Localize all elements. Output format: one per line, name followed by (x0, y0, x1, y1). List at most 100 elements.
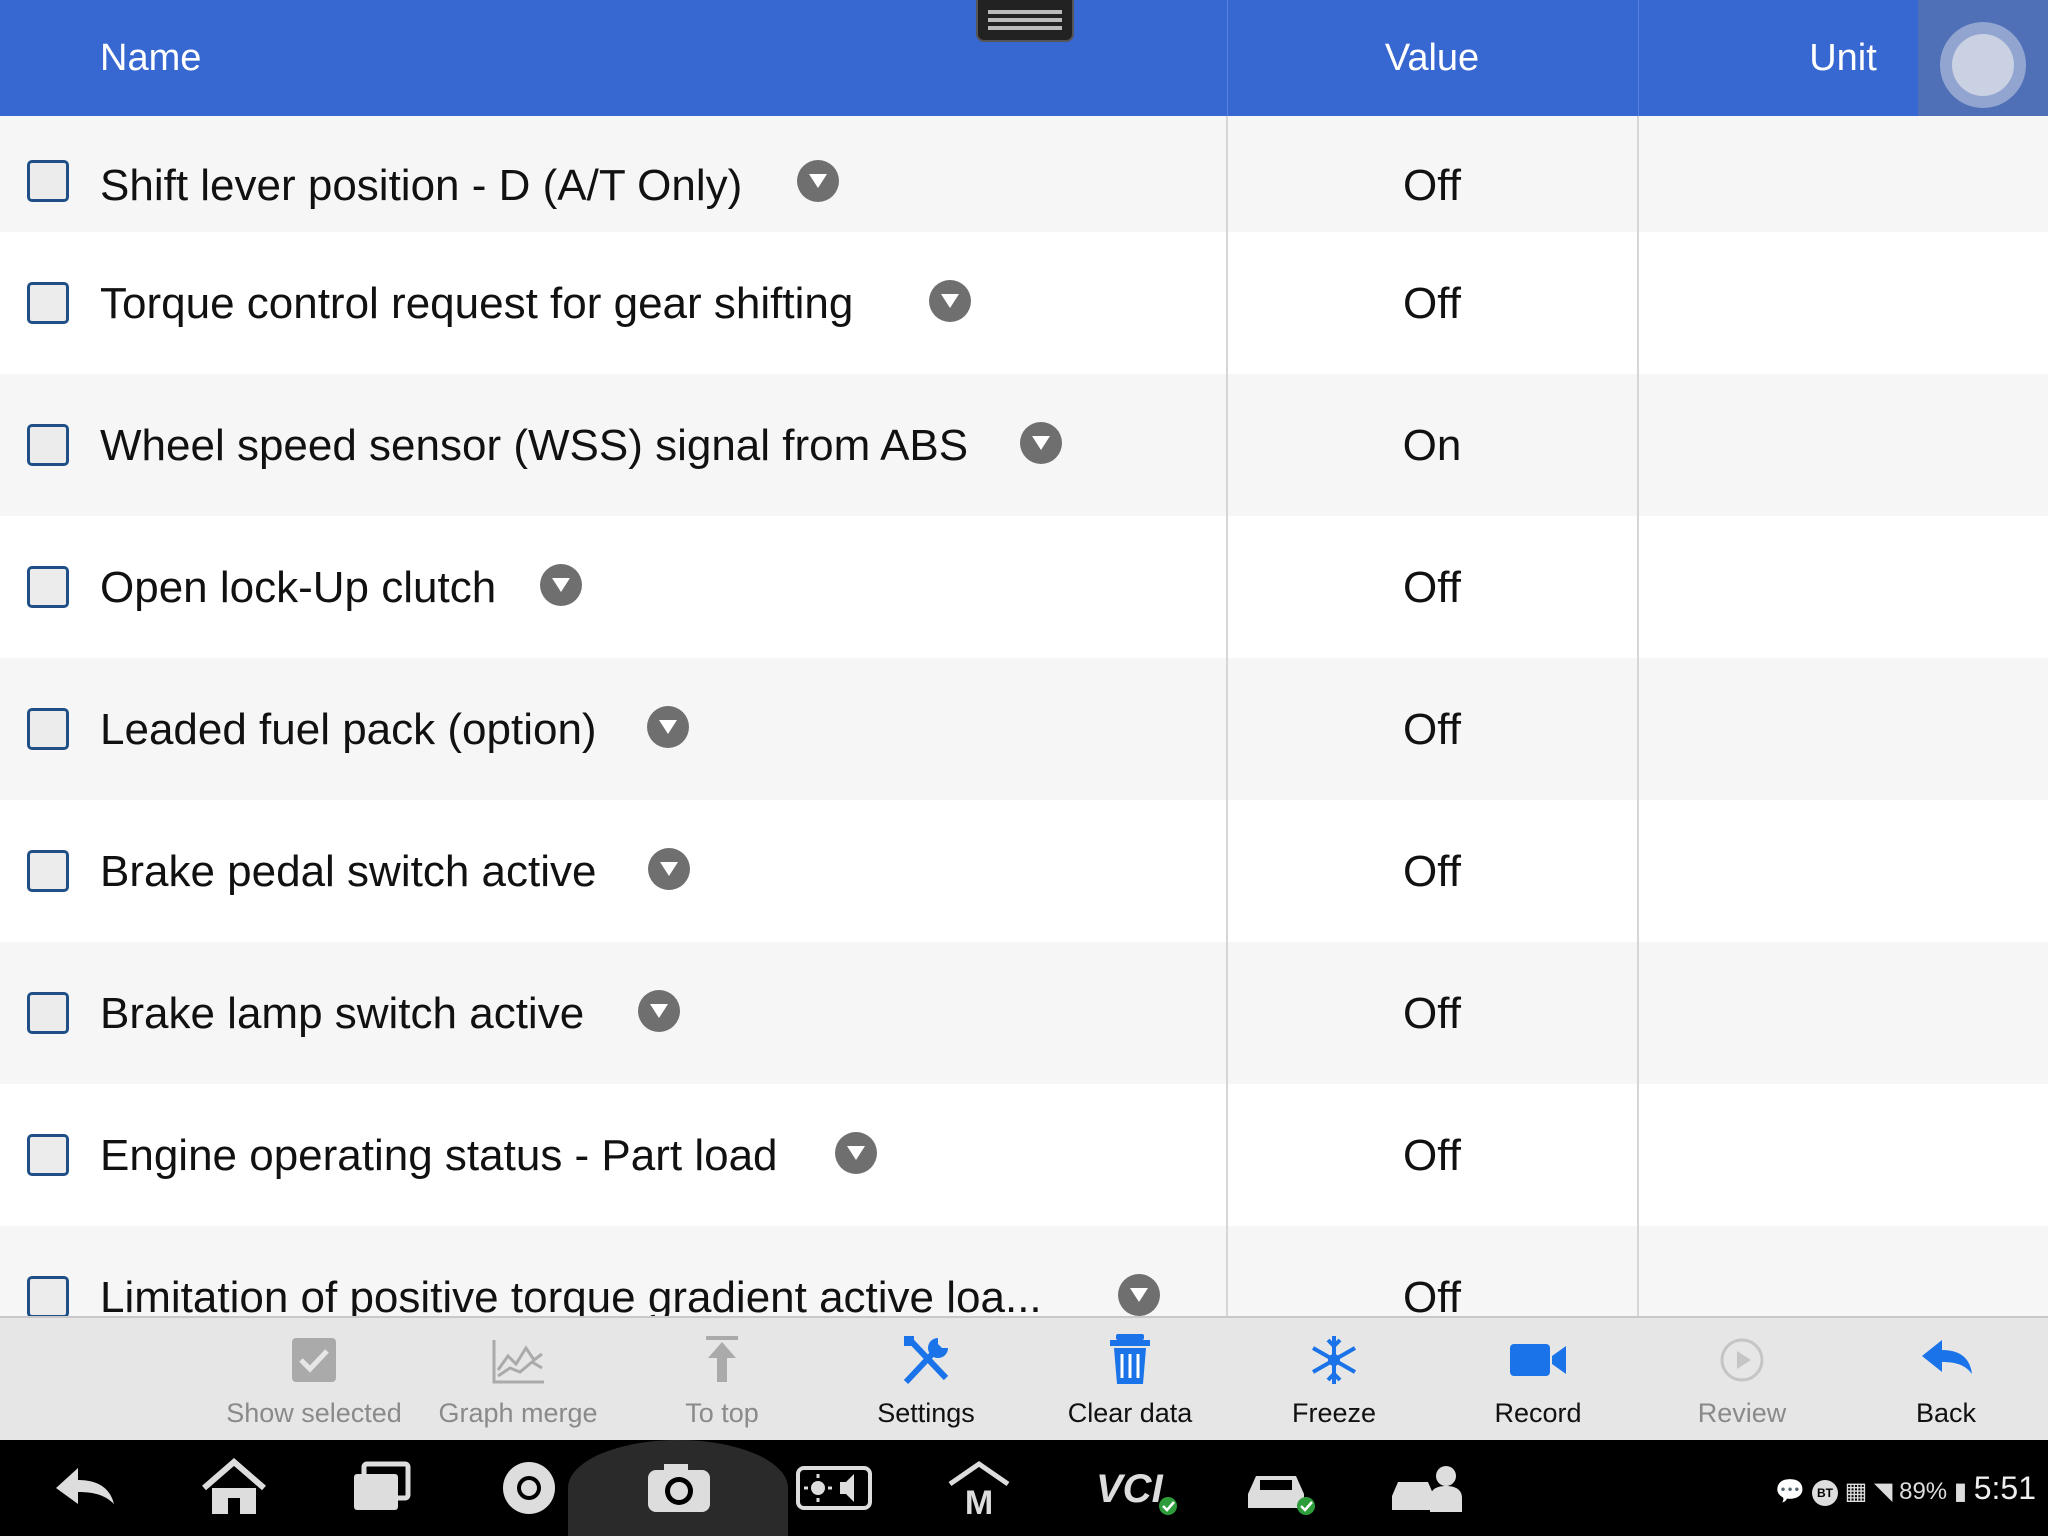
dropdown-arrow-icon[interactable] (1020, 422, 1062, 464)
parameter-value: Off (1403, 705, 1461, 754)
dropdown-arrow-icon[interactable] (797, 160, 839, 202)
review-label: Review (1697, 1398, 1787, 1428)
dropdown-arrow-icon[interactable] (835, 1132, 877, 1174)
nav-maxifix-button[interactable]: M (924, 1440, 1034, 1536)
row-checkbox[interactable] (27, 992, 69, 1034)
data-stream-list[interactable]: Shift lever position - D (A/T Only) Off … (0, 116, 2048, 1316)
chrome-icon (503, 1462, 555, 1514)
dropdown-arrow-icon[interactable] (1118, 1274, 1160, 1316)
graph-merge-button[interactable]: Graph merge (418, 1318, 618, 1442)
table-row[interactable]: Leaded fuel pack (option) Off (0, 658, 2048, 802)
nav-recents-button[interactable] (326, 1440, 436, 1536)
nav-vci-button[interactable]: VCI (1072, 1440, 1182, 1536)
parameter-value: On (1402, 421, 1462, 470)
parameter-name: Leaded fuel pack (option) (100, 705, 597, 754)
nav-back-button[interactable] (30, 1440, 140, 1536)
dropdown-arrow-icon[interactable] (540, 564, 582, 606)
parameter-value: Off (1403, 989, 1461, 1038)
video-camera-icon (1510, 1344, 1566, 1376)
battery-icon: ▮ (1953, 1478, 1968, 1505)
dropdown-arrow-icon[interactable] (648, 848, 690, 890)
row-checkbox[interactable] (27, 282, 69, 324)
table-row[interactable]: Limitation of positive torque gradient a… (0, 1226, 2048, 1316)
dropdown-arrow-icon[interactable] (929, 280, 971, 322)
parameter-name: Brake lamp switch active (100, 989, 585, 1038)
column-divider (1637, 658, 1639, 800)
freeze-label: Freeze (1291, 1398, 1377, 1428)
checkbox-icon (292, 1338, 336, 1382)
message-icon: 💬 (1775, 1478, 1806, 1505)
graph-merge-label: Graph merge (438, 1398, 598, 1428)
row-checkbox[interactable] (27, 1276, 69, 1316)
parameter-name: Limitation of positive torque gradient a… (100, 1273, 1042, 1316)
battery-percent: 89% (1899, 1478, 1948, 1505)
nav-home-button[interactable] (178, 1440, 288, 1536)
row-checkbox[interactable] (27, 708, 69, 750)
system-navigation-bar: M VCI 💬 BT ▦ ◥ 89% ▮ 5:51 (0, 1440, 2048, 1536)
parameter-name: Shift lever position - D (A/T Only) (100, 161, 743, 210)
back-arrow-icon (1922, 1340, 1972, 1374)
row-checkbox[interactable] (27, 566, 69, 608)
wifi-icon: ◥ (1873, 1478, 1893, 1505)
record-button[interactable]: Record (1438, 1318, 1638, 1442)
network-icon: ▦ (1844, 1478, 1868, 1505)
nav-screenshot-button[interactable] (568, 1440, 788, 1536)
freeze-button[interactable]: Freeze (1234, 1318, 1434, 1442)
table-row[interactable]: Brake lamp switch active Off (0, 942, 2048, 1086)
column-divider (1637, 942, 1639, 1084)
parameter-name: Wheel speed sensor (WSS) signal from ABS (100, 421, 969, 470)
m-app-icon: M (948, 1460, 1010, 1518)
svg-text:VCI: VCI (1096, 1467, 1164, 1511)
row-checkbox[interactable] (27, 424, 69, 466)
parameter-value: Off (1403, 563, 1461, 612)
table-row[interactable]: Torque control request for gear shifting… (0, 232, 2048, 376)
car-person-icon (1392, 1466, 1462, 1512)
column-divider (1637, 800, 1639, 942)
table-row[interactable]: Wheel speed sensor (WSS) signal from ABS… (0, 374, 2048, 518)
camera-icon (648, 1464, 710, 1512)
function-toolbar: Show selected Graph merge To top Setting… (0, 1316, 2048, 1442)
dropdown-arrow-icon[interactable] (647, 706, 689, 748)
show-selected-label: Show selected (226, 1398, 402, 1428)
row-checkbox[interactable] (27, 1134, 69, 1176)
back-button[interactable]: Back (1846, 1318, 2046, 1442)
floating-assistive-button[interactable] (1918, 0, 2048, 130)
nav-vehicle-button[interactable] (1220, 1440, 1330, 1536)
status-bar: 💬 BT ▦ ◥ 89% ▮ 5:51 (1775, 1440, 2036, 1536)
parameter-name: Open lock-Up clutch (100, 563, 497, 612)
row-checkbox[interactable] (27, 850, 69, 892)
settings-button[interactable]: Settings (826, 1318, 1026, 1442)
to-top-button[interactable]: To top (622, 1318, 822, 1442)
tools-icon (903, 1336, 949, 1385)
drag-handle[interactable] (976, 0, 1074, 42)
parameter-value: Off (1403, 1273, 1461, 1316)
snowflake-icon (1312, 1336, 1356, 1384)
column-header-name: Name (100, 37, 202, 79)
nav-remote-expert-button[interactable] (1368, 1440, 1478, 1536)
clear-data-label: Clear data (1067, 1398, 1193, 1428)
to-top-label: To top (685, 1398, 759, 1428)
table-row[interactable]: Brake pedal switch active Off (0, 800, 2048, 944)
clear-data-button[interactable]: Clear data (1030, 1318, 1230, 1442)
table-row[interactable]: Engine operating status - Part load Off (0, 1084, 2048, 1228)
nav-display-volume-button[interactable] (776, 1440, 886, 1536)
parameter-name: Torque control request for gear shifting (100, 279, 854, 328)
settings-label: Settings (877, 1398, 975, 1428)
show-selected-button[interactable]: Show selected (214, 1318, 414, 1442)
review-button[interactable]: Review (1642, 1318, 1842, 1442)
brightness-volume-icon (796, 1466, 872, 1510)
table-row[interactable]: Open lock-Up clutch Off (0, 516, 2048, 660)
column-header-value: Value (1384, 37, 1480, 79)
table-row[interactable]: Shift lever position - D (A/T Only) Off (0, 116, 2048, 234)
arrow-up-icon (706, 1336, 738, 1382)
home-icon (202, 1458, 266, 1514)
recent-apps-icon (354, 1461, 411, 1510)
parameter-value: Off (1403, 1131, 1461, 1180)
dropdown-arrow-icon[interactable] (638, 990, 680, 1032)
row-checkbox[interactable] (27, 160, 69, 202)
clock: 5:51 (1973, 1470, 2036, 1506)
column-divider (1637, 116, 1639, 232)
parameter-value: Off (1403, 161, 1461, 210)
bluetooth-badge: BT (1811, 1479, 1838, 1506)
column-divider (1637, 232, 1639, 374)
